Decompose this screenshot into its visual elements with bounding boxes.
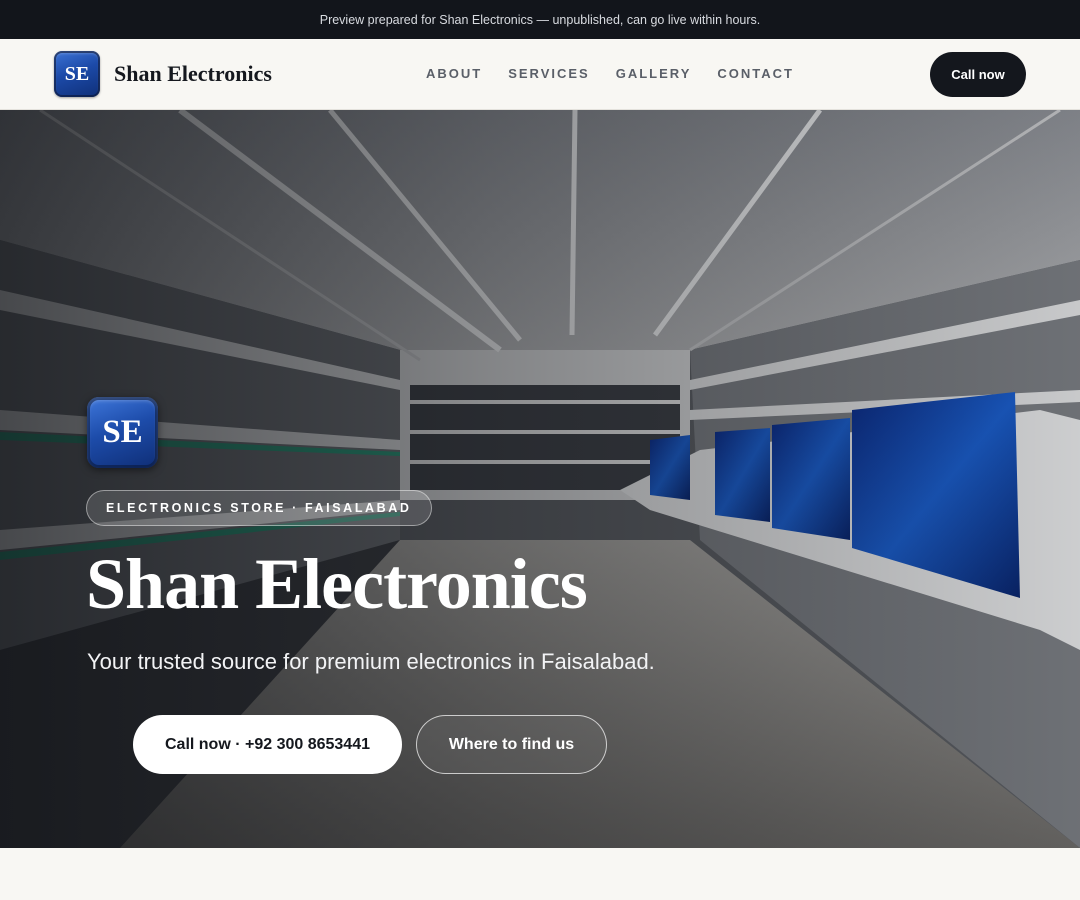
hero-logo-monogram: SE bbox=[102, 414, 143, 450]
announcement-bar: Preview prepared for Shan Electronics — … bbox=[0, 0, 1080, 39]
nav-link-services[interactable]: SERVICES bbox=[508, 65, 590, 83]
hero-eyebrow-badge: ELECTRONICS STORE · FAISALABAD bbox=[86, 490, 432, 526]
hero-subtitle: Your trusted source for premium electron… bbox=[87, 649, 655, 674]
logo-icon[interactable]: SE bbox=[54, 51, 100, 97]
hero-title: Shan Electronics bbox=[86, 544, 588, 624]
announcement-text: Preview prepared for Shan Electronics — … bbox=[319, 12, 761, 27]
nav-link-about[interactable]: ABOUT bbox=[426, 65, 482, 83]
hero-directions-button[interactable]: Where to find us bbox=[416, 715, 607, 774]
hero-call-button[interactable]: Call now · +92 300 8653441 bbox=[133, 715, 402, 774]
site-header: SE Shan Electronics ABOUT SERVICES GALLE… bbox=[0, 39, 1080, 110]
main-nav: ABOUT SERVICES GALLERY CONTACT bbox=[426, 65, 794, 83]
logo-monogram: SE bbox=[64, 62, 90, 85]
hero-section: SE ELECTRONICS STORE · FAISALABAD Shan E… bbox=[0, 110, 1080, 848]
nav-link-contact[interactable]: CONTACT bbox=[717, 65, 794, 83]
header-call-button[interactable]: Call now bbox=[930, 52, 1026, 97]
brand-name[interactable]: Shan Electronics bbox=[114, 59, 272, 89]
nav-link-gallery[interactable]: GALLERY bbox=[616, 65, 692, 83]
hero-logo-icon: SE bbox=[87, 397, 158, 468]
